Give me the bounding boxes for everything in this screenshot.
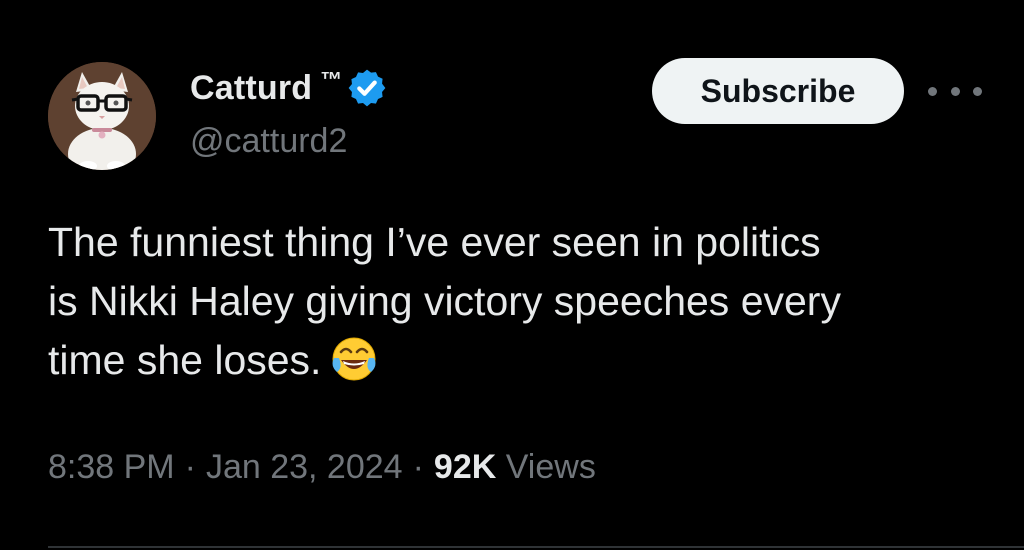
tweet-time[interactable]: 8:38 PM xyxy=(48,448,175,486)
meta-separator: · xyxy=(412,448,424,486)
divider xyxy=(48,546,1024,548)
tweet-text: The funniest thing I’ve ever seen in pol… xyxy=(48,219,841,383)
trademark-mark: ™ xyxy=(320,67,343,92)
tweet-date[interactable]: Jan 23, 2024 xyxy=(206,448,403,486)
tweet-card: Catturd ™ @catturd2 Subscribe The funnie… xyxy=(0,0,1024,550)
more-dot xyxy=(950,86,960,96)
views-label: Views xyxy=(505,448,596,486)
more-dot xyxy=(928,86,937,96)
more-options-icon[interactable] xyxy=(928,78,982,104)
author-name-row: Catturd ™ xyxy=(190,66,388,110)
face-with-tears-of-joy-icon xyxy=(329,334,379,384)
tweet-body: The funniest thing I’ve ever seen in pol… xyxy=(48,213,988,390)
views-count[interactable]: 92K xyxy=(434,448,496,486)
avatar[interactable] xyxy=(48,62,156,170)
tweet-meta: 8:38 PM · Jan 23, 2024 · 92K Views xyxy=(48,448,596,487)
author-display-name[interactable]: Catturd xyxy=(190,69,312,108)
more-dot xyxy=(973,86,982,96)
verified-badge-icon[interactable] xyxy=(346,67,388,109)
meta-separator: · xyxy=(184,448,196,486)
subscribe-button[interactable]: Subscribe xyxy=(652,58,904,124)
author-handle[interactable]: @catturd2 xyxy=(190,122,347,161)
cat-avatar-icon xyxy=(48,62,156,170)
